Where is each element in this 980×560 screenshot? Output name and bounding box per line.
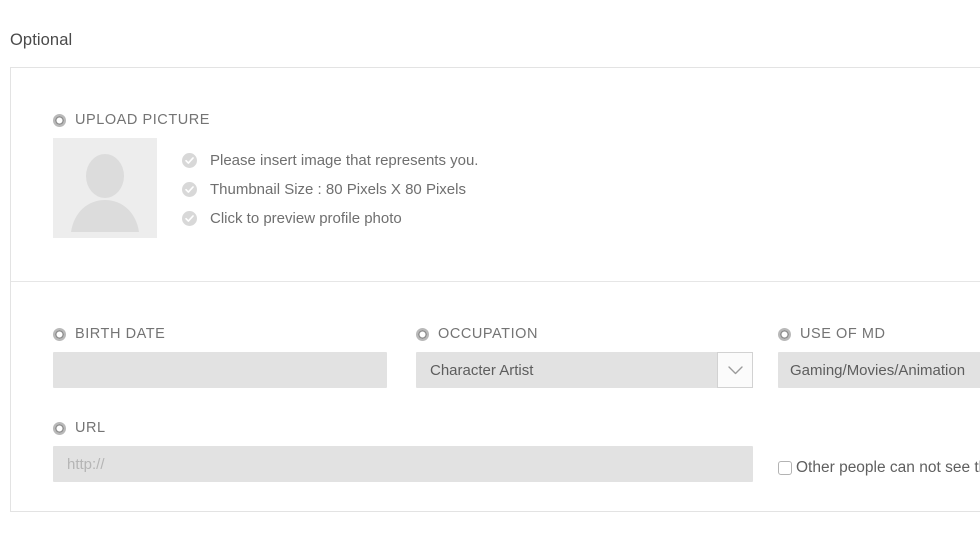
avatar-upload-thumbnail[interactable] <box>53 138 157 238</box>
upload-picture-section: UPLOAD PICTURE Please insert image that … <box>11 68 980 281</box>
optional-form-card: UPLOAD PICTURE Please insert image that … <box>10 67 980 512</box>
url-input[interactable] <box>53 446 753 482</box>
bullet-ring-icon <box>416 327 429 341</box>
check-circle-icon <box>182 153 197 168</box>
upload-picture-label: UPLOAD PICTURE <box>53 112 210 128</box>
privacy-checkbox-label: Other people can not see this <box>796 459 980 476</box>
occupation-label: OCCUPATION <box>416 326 753 342</box>
chevron-down-icon <box>727 365 743 374</box>
bullet-ring-icon <box>778 327 791 341</box>
occupation-select[interactable]: Character Artist <box>416 352 753 388</box>
list-item: Please insert image that represents you. <box>182 152 478 169</box>
birth-date-label: BIRTH DATE <box>53 326 387 342</box>
upload-picture-body: Please insert image that represents you.… <box>53 138 478 238</box>
optional-form-page: Optional UPLOAD PICTURE Please insert im… <box>0 0 980 560</box>
field-group-url: URL <box>53 420 753 482</box>
occupation-selected-value: Character Artist <box>430 361 534 379</box>
birth-date-input[interactable] <box>53 352 387 388</box>
list-item: Click to preview profile photo <box>182 210 478 227</box>
url-label: URL <box>53 420 753 436</box>
upload-picture-label-text: UPLOAD PICTURE <box>75 112 210 128</box>
list-item: Thumbnail Size : 80 Pixels X 80 Pixels <box>182 181 478 198</box>
privacy-checkbox[interactable] <box>778 461 792 475</box>
upload-hint-list: Please insert image that represents you.… <box>182 152 478 227</box>
section-heading: Optional <box>10 31 73 49</box>
use-of-md-input[interactable] <box>778 352 980 388</box>
field-group-occupation: OCCUPATION Character Artist <box>416 326 753 388</box>
optional-fields-section: BIRTH DATE OCCUPATION Character Artist U… <box>11 282 980 511</box>
occupation-label-text: OCCUPATION <box>438 326 539 342</box>
person-placeholder-icon <box>71 154 139 232</box>
check-circle-icon <box>182 182 197 197</box>
check-circle-icon <box>182 211 197 226</box>
bullet-ring-icon <box>53 113 66 127</box>
url-label-text: URL <box>75 420 106 436</box>
field-group-use-of-md: USE OF MD <box>778 326 980 388</box>
use-of-md-label-text: USE OF MD <box>800 326 886 342</box>
use-of-md-label: USE OF MD <box>778 326 980 342</box>
occupation-dropdown-button[interactable] <box>717 352 753 388</box>
privacy-checkbox-row[interactable]: Other people can not see this <box>778 459 980 477</box>
upload-hint-text: Click to preview profile photo <box>210 210 402 227</box>
upload-hint-text: Please insert image that represents you. <box>210 152 479 169</box>
birth-date-label-text: BIRTH DATE <box>75 326 166 342</box>
field-group-birth-date: BIRTH DATE <box>53 326 387 388</box>
bullet-ring-icon <box>53 327 66 341</box>
upload-hint-text: Thumbnail Size : 80 Pixels X 80 Pixels <box>210 181 466 198</box>
bullet-ring-icon <box>53 421 66 435</box>
